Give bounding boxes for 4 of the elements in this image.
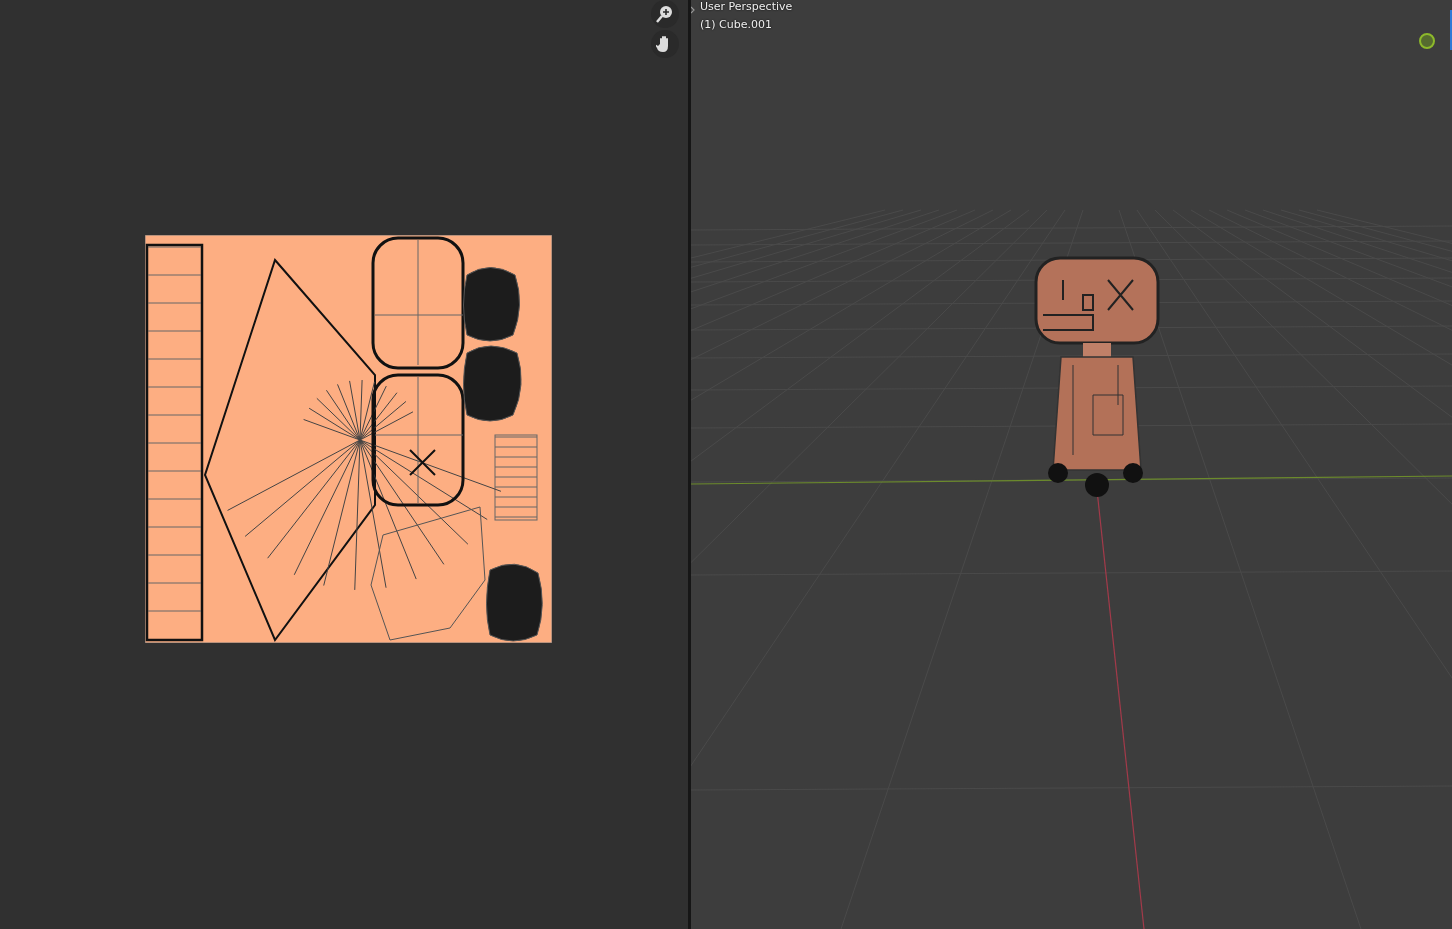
hand-icon[interactable] (651, 30, 679, 58)
view-name: User Perspective (700, 0, 793, 13)
active-object-name: (1) Cube.001 (700, 18, 772, 31)
zoom-icon[interactable] (651, 0, 679, 28)
